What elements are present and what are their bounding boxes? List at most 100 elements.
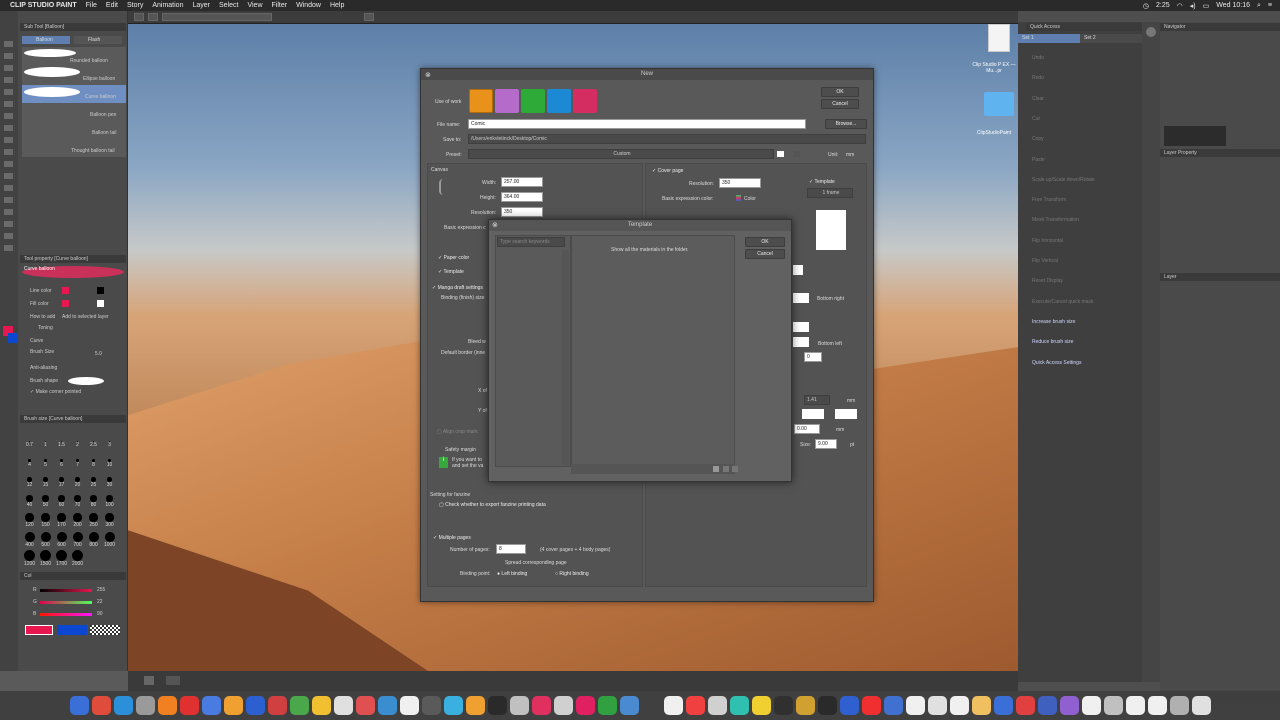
color-swatch[interactable] [793, 337, 809, 347]
subtool-ellipse-balloon[interactable]: Ellipse balloon [83, 76, 115, 82]
paper-color-checkbox[interactable]: ✓ Paper color [438, 255, 469, 261]
fill-color-white[interactable] [97, 300, 104, 307]
dock-app-icon[interactable] [333, 696, 353, 715]
dock-app-icon[interactable] [113, 696, 133, 715]
menu-filter[interactable]: Filter [272, 2, 288, 9]
brush-size-preset[interactable]: 100 [102, 493, 117, 511]
brush-size-preset[interactable]: 400 [22, 531, 37, 549]
red-slider[interactable] [40, 589, 92, 592]
dock-app-icon[interactable] [245, 696, 265, 715]
desktop-file-icon[interactable] [988, 24, 1010, 52]
menu-file[interactable]: File [86, 2, 97, 9]
search-icon[interactable]: ⌕ [1257, 2, 1261, 10]
clock[interactable]: Wed 10:16 [1216, 2, 1250, 9]
dock-app-icon[interactable] [619, 696, 639, 715]
subtool-balloon-tail[interactable]: Balloon tail [92, 130, 116, 136]
view-large-icon[interactable] [713, 466, 719, 472]
dock-app-icon[interactable] [1191, 696, 1211, 715]
quick-access-item[interactable]: Flip horizontal [1032, 238, 1063, 244]
color-swatch[interactable] [793, 293, 809, 303]
brush-size-preset[interactable]: 8 [86, 455, 101, 473]
left-binding-radio[interactable]: ● Left binding [497, 571, 527, 577]
unit-select[interactable]: mm [846, 152, 854, 158]
brush-size-preset[interactable]: 3 [102, 436, 117, 454]
dock-app-icon[interactable] [927, 696, 947, 715]
sub-color-swatch[interactable] [8, 333, 18, 343]
quick-access-item[interactable]: Quick Access Settings [1032, 360, 1081, 366]
quick-access-item[interactable]: Mesh Transformation [1032, 217, 1079, 223]
bottom-right-select[interactable]: Bottom right [817, 296, 844, 302]
toolbar-button[interactable] [364, 13, 374, 21]
close-icon[interactable]: ⊗ [425, 71, 431, 79]
fit-view-button[interactable] [144, 676, 154, 685]
menu-select[interactable]: Select [219, 2, 238, 9]
search-icon[interactable] [1146, 27, 1156, 37]
dock-app-icon[interactable] [949, 696, 969, 715]
tool-icons[interactable] [4, 41, 13, 251]
brush-size-preset[interactable]: 2 [70, 436, 85, 454]
zoom-button[interactable] [166, 676, 180, 685]
dock-app-icon[interactable] [707, 696, 727, 715]
dock-app-icon[interactable] [135, 696, 155, 715]
dock-app-icon[interactable] [817, 696, 837, 715]
brush-size-preset[interactable]: 1700 [54, 550, 69, 568]
brush-size-preset[interactable]: 1.5 [54, 436, 69, 454]
file-name-input[interactable]: Comic [468, 119, 806, 129]
quick-access-item[interactable]: Redo [1032, 75, 1044, 81]
size-input[interactable]: 9.00 [815, 439, 837, 449]
dock-app-icon[interactable] [1169, 696, 1189, 715]
sub-color-chip[interactable] [57, 625, 87, 635]
right-binding-radio[interactable]: ○ Right binding [555, 571, 589, 577]
offset-input[interactable]: 0.00 [794, 424, 820, 434]
dock-app-icon[interactable] [575, 696, 595, 715]
cover-resolution-input[interactable]: 350 [719, 178, 761, 188]
dock-app-icon[interactable] [465, 696, 485, 715]
dock-app-icon[interactable] [685, 696, 705, 715]
quick-access-item[interactable]: Undo [1032, 55, 1044, 61]
dock-app-icon[interactable] [531, 696, 551, 715]
dock-app-icon[interactable] [179, 696, 199, 715]
dock-app-icon[interactable] [971, 696, 991, 715]
brush-size-preset[interactable]: 15 [38, 474, 53, 492]
dock-app-icon[interactable] [839, 696, 859, 715]
wifi-icon[interactable]: ◠ [1177, 2, 1183, 10]
blue-slider[interactable] [40, 613, 92, 616]
brush-size-preset[interactable]: 250 [86, 512, 101, 530]
quick-access-item[interactable]: Execute/Cancel quick mask [1032, 299, 1093, 305]
menu-layer[interactable]: Layer [192, 2, 210, 9]
brush-size-preset[interactable]: 2.5 [86, 436, 101, 454]
dock-app-icon[interactable] [399, 696, 419, 715]
dock-app-icon[interactable] [597, 696, 617, 715]
dock-app-icon[interactable] [157, 696, 177, 715]
height-input[interactable]: 364.00 [501, 192, 543, 202]
search-input[interactable]: Type search keywords [497, 237, 565, 247]
tab-balloon[interactable]: Balloon [22, 36, 70, 44]
menu-edit[interactable]: Edit [106, 2, 118, 9]
dock-app-icon[interactable] [663, 696, 683, 715]
timer-icon[interactable]: ◷ [1143, 2, 1149, 10]
ratio-input[interactable]: 1.41 [804, 395, 830, 405]
quick-access-item[interactable]: Cut [1032, 116, 1040, 122]
app-menu[interactable]: CLIP STUDIO PAINT [10, 2, 77, 9]
toning-label[interactable]: Toning [38, 325, 53, 331]
dock-app-icon[interactable] [267, 696, 287, 715]
transparent-color-chip[interactable] [90, 625, 120, 635]
save-preset-icon[interactable] [777, 151, 784, 157]
brush-size-preset[interactable]: 5 [38, 455, 53, 473]
dock-app-icon[interactable] [1125, 696, 1145, 715]
fanzine-icon[interactable] [547, 89, 571, 113]
quick-access-item[interactable]: Scale up/Scale down/Rotate [1032, 177, 1095, 183]
brush-size-preset[interactable]: 30 [102, 474, 117, 492]
dock-app-icon[interactable] [487, 696, 507, 715]
dock-app-icon[interactable] [1037, 696, 1057, 715]
illustration-icon[interactable] [469, 89, 493, 113]
close-icon[interactable]: ⊗ [492, 221, 498, 229]
brush-size-preset[interactable]: 50 [38, 493, 53, 511]
subtool-balloon-pen[interactable]: Balloon pen [90, 112, 116, 118]
blue-value[interactable]: 90 [97, 611, 103, 617]
brush-size-preset[interactable]: 20 [70, 474, 85, 492]
main-color-chip[interactable] [25, 625, 53, 635]
cover-template-select[interactable]: 1 frame [807, 188, 853, 198]
brush-size-preset[interactable]: 6 [54, 455, 69, 473]
view-small-icon[interactable] [723, 466, 729, 472]
